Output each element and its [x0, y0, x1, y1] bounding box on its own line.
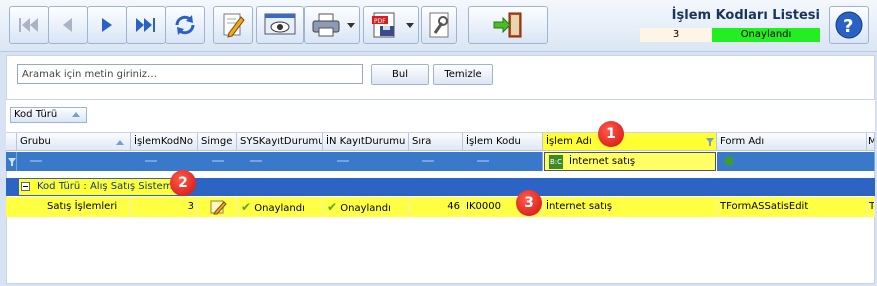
edit-button[interactable] — [213, 6, 253, 44]
column-header-label: İşlem Kodu — [466, 136, 521, 147]
filter-value: İnternet satış — [569, 156, 636, 167]
cell-in-kayit-durumu: ✔ Onaylandı — [323, 197, 409, 217]
callout-badge-2: 2 — [170, 170, 196, 196]
column-header-in-kayit-durumu[interactable]: İN KayıtDurumu — [323, 133, 409, 151]
callout-badge-3: 3 — [516, 190, 542, 216]
sort-ascending-icon — [72, 112, 80, 117]
export-dropdown-arrow-icon[interactable] — [406, 23, 414, 28]
checkmark-icon: ✔ — [241, 200, 252, 214]
column-header-grubu[interactable]: Grubu — [17, 133, 131, 151]
cell-form-adi: TFormASSatisEdit — [717, 197, 867, 217]
group-row-label: Kod Türü : Alış Satış Sistemi — [19, 179, 179, 195]
column-header-label: M — [868, 136, 874, 147]
checkmark-icon: ✔ — [327, 200, 338, 214]
cell-grubu: Satış İşlemleri — [17, 197, 131, 217]
refresh-button[interactable] — [165, 6, 205, 44]
filter-icon[interactable] — [706, 138, 714, 146]
exit-button[interactable] — [468, 6, 548, 44]
find-button[interactable]: Bul — [371, 64, 429, 85]
exit-door-icon — [493, 12, 522, 38]
column-header-label: Sıra — [412, 136, 432, 147]
column-header-simge[interactable]: Simge — [198, 133, 237, 151]
tools-button[interactable] — [421, 6, 457, 44]
column-header-islem-kodu[interactable]: İşlem Kodu — [463, 133, 543, 151]
first-record-button[interactable] — [9, 6, 49, 44]
print-button[interactable] — [304, 6, 360, 44]
printer-icon — [312, 13, 340, 37]
filter-green-marker-icon — [725, 157, 733, 165]
filter-row-icon — [8, 158, 16, 166]
column-header-islem-adi[interactable]: İşlem Adı — [543, 133, 717, 151]
first-icon — [19, 18, 38, 32]
help-icon: ? — [835, 11, 863, 39]
eye-icon — [264, 13, 296, 35]
sort-ascending-icon — [116, 140, 124, 145]
column-header-label: İşlem Adı — [546, 136, 592, 147]
column-header-form-adi[interactable]: Form Adı — [717, 133, 867, 151]
column-header-sys-kayit-durumu[interactable]: SYSKayıtDurumu — [237, 133, 323, 151]
filter-operator-icon: B:C — [549, 155, 564, 169]
filter-placeholder-dash — [422, 160, 434, 162]
last-record-button[interactable] — [126, 6, 166, 44]
svg-text:PDF: PDF — [374, 18, 386, 25]
next-record-button[interactable] — [87, 6, 127, 44]
callout-badge-1: 1 — [598, 121, 624, 147]
filter-cell-islem-adi[interactable]: B:C İnternet satış — [544, 152, 716, 171]
column-header-sira[interactable]: Sıra — [409, 133, 463, 151]
column-header-label: Grubu — [20, 136, 51, 147]
next-icon — [102, 18, 112, 32]
previous-record-button[interactable] — [48, 6, 88, 44]
filter-cell-form-adi[interactable] — [717, 152, 875, 171]
cell-text: Onaylandı — [340, 203, 391, 214]
pencil-icon — [223, 13, 245, 38]
row-indicator-header — [6, 133, 17, 151]
svg-text:?: ? — [843, 16, 853, 37]
column-header-m[interactable]: M — [867, 133, 875, 151]
pdf-icon: PDF — [372, 12, 395, 38]
cell-sira: 46 — [409, 197, 463, 217]
cell-text: Onaylandı — [254, 203, 305, 214]
collapse-icon[interactable] — [21, 182, 30, 191]
column-header-label: SYSKayıtDurumu — [240, 136, 323, 147]
refresh-icon — [175, 15, 195, 35]
filter-placeholder-dash — [477, 160, 489, 162]
group-by-panel — [6, 100, 875, 132]
filter-placeholder-dash — [145, 160, 157, 162]
filter-row[interactable] — [17, 152, 543, 171]
wrench-icon — [429, 12, 449, 38]
cell-simge — [198, 197, 237, 217]
export-pdf-button[interactable]: PDF — [363, 6, 419, 44]
view-button[interactable] — [256, 6, 304, 44]
cell-islem-kod-no: 3 — [131, 197, 198, 217]
help-button[interactable]: ? — [829, 6, 869, 44]
column-header-label: İşlemKodNo — [134, 136, 193, 147]
cell-sys-kayit-durumu: ✔ Onaylandı — [237, 197, 323, 217]
filter-row-indicator — [6, 152, 17, 171]
filter-placeholder-dash — [212, 160, 224, 162]
status-badge: Onaylandı — [712, 28, 820, 42]
clear-button[interactable]: Temizle — [433, 64, 493, 85]
record-count: 3 — [640, 28, 712, 42]
column-header-islem-kod-no[interactable]: İşlemKodNo — [131, 133, 198, 151]
pencil-icon — [210, 200, 227, 215]
filter-placeholder-dash — [250, 160, 262, 162]
filter-placeholder-dash — [30, 160, 42, 162]
cell-islem-adi: İnternet satış — [543, 197, 717, 217]
column-header-label: Form Adı — [720, 136, 765, 147]
column-header-label: Simge — [201, 136, 233, 147]
group-by-chip-label: Kod Türü — [14, 109, 58, 120]
previous-icon — [63, 18, 72, 32]
print-dropdown-arrow-icon[interactable] — [347, 23, 355, 28]
last-icon — [136, 18, 155, 32]
window-title: İşlem Kodları Listesi — [671, 8, 820, 23]
column-header-label: İN KayıtDurumu — [326, 136, 406, 147]
search-input[interactable] — [17, 64, 363, 84]
cell-m: T — [867, 197, 875, 217]
filter-placeholder-dash — [337, 160, 349, 162]
